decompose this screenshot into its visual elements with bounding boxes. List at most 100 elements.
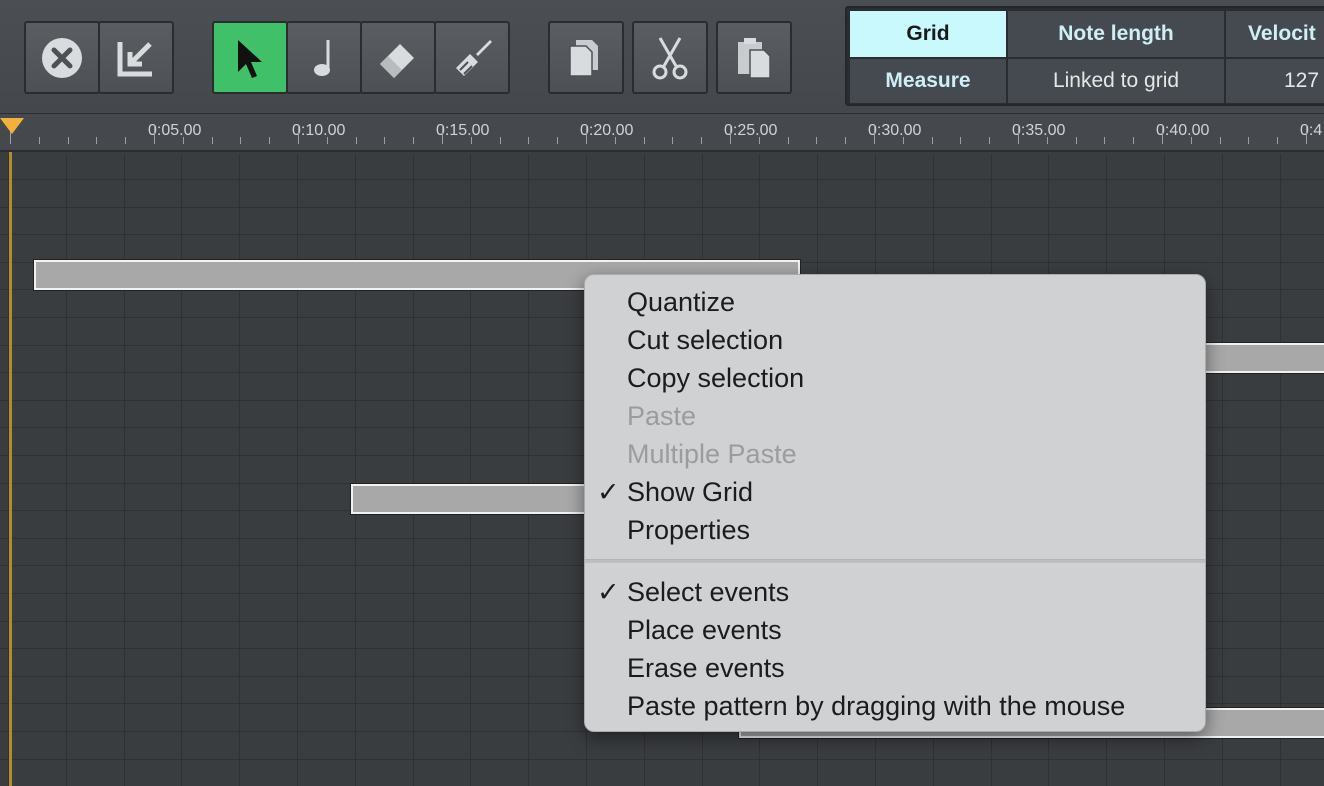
- velocity-header[interactable]: Velocit: [1225, 10, 1324, 58]
- grid-column-line: [1280, 154, 1281, 786]
- ruler-tick: [845, 137, 847, 144]
- ruler-tick: [1104, 137, 1106, 144]
- ruler-tick: [125, 137, 127, 144]
- close-button[interactable]: [24, 21, 100, 94]
- ruler-tick: [67, 137, 69, 144]
- paste-button[interactable]: [716, 21, 792, 94]
- ruler-tick: [154, 126, 155, 144]
- ruler-tick: [816, 137, 818, 144]
- ruler-tick: [528, 137, 530, 144]
- check-icon: ✓: [597, 577, 620, 607]
- ruler-tick: [182, 137, 184, 144]
- velocity-value[interactable]: 127: [1225, 58, 1324, 104]
- ruler-tick: [240, 137, 242, 144]
- select-pointer-icon: [238, 39, 262, 78]
- place-tool-button[interactable]: [286, 21, 362, 94]
- ruler-tick: [672, 137, 674, 144]
- ruler-tick: [874, 126, 875, 144]
- note-event[interactable]: [350, 483, 612, 515]
- ruler-tick: [989, 137, 991, 144]
- ruler-tick: [557, 137, 559, 144]
- playhead-marker-icon[interactable]: [0, 118, 24, 134]
- menu-item-paste-pattern[interactable]: Paste pattern by dragging with the mouse: [627, 691, 1125, 722]
- paint-brush-icon: [456, 39, 492, 76]
- eraser-icon: [380, 43, 414, 78]
- ruler-tick: [269, 137, 271, 144]
- scissors-icon: [652, 36, 688, 79]
- ruler-tick: [96, 137, 98, 144]
- ruler-label: 0:4: [1300, 122, 1323, 139]
- menu-item-paste: Paste: [627, 401, 697, 431]
- menu-item-show-grid[interactable]: Show Grid: [627, 477, 753, 508]
- ruler-tick: [38, 137, 40, 144]
- note-length-header[interactable]: Note length: [1007, 10, 1225, 58]
- ruler-label: 0:40.00: [1156, 122, 1210, 139]
- check-icon: ✓: [597, 477, 620, 507]
- grid-row-line: [0, 759, 1324, 760]
- cut-button[interactable]: [632, 21, 708, 94]
- menu-item-copy-selection[interactable]: Copy selection: [627, 363, 804, 394]
- ruler-tick: [1277, 137, 1279, 144]
- ruler-tick: [902, 137, 904, 144]
- grid-column-line: [66, 154, 67, 786]
- note-event[interactable]: [1189, 342, 1324, 374]
- grid-column-line: [413, 154, 414, 786]
- ruler-tick: [787, 137, 789, 144]
- ruler-tick: [643, 137, 645, 144]
- close-circle-icon: [42, 37, 82, 78]
- ruler-tick: [586, 126, 587, 144]
- ruler-tick: [442, 126, 443, 144]
- menu-item-multiple-paste: Multiple Paste: [627, 439, 797, 469]
- brush-tool-button[interactable]: [434, 21, 510, 94]
- grid-value[interactable]: Measure: [849, 58, 1007, 104]
- menu-item-place-events[interactable]: Place events: [627, 615, 782, 646]
- menu-separator: [585, 559, 1205, 563]
- grid-column-line: [181, 154, 182, 786]
- grid-row-line: [0, 207, 1324, 208]
- grid-column-line: [124, 154, 125, 786]
- ruler-tick: [298, 126, 299, 144]
- select-tool-button[interactable]: [212, 21, 288, 94]
- ruler-tick: [730, 126, 731, 144]
- grid-parameters-table: Grid Note length Velocit Measure Linked …: [845, 6, 1324, 106]
- context-menu: Quantize Cut selection Copy selection Pa…: [584, 274, 1206, 732]
- ruler-tick: [1190, 137, 1192, 144]
- menu-item-erase-events[interactable]: Erase events: [627, 653, 785, 684]
- ruler-label: 0:35.00: [1012, 122, 1066, 139]
- playhead-line: [9, 152, 12, 786]
- ruler-tick: [758, 137, 760, 144]
- erase-tool-button[interactable]: [360, 21, 436, 94]
- copy-icon: [569, 39, 598, 77]
- ruler-tick: [1046, 137, 1048, 144]
- menu-item-quantize[interactable]: Quantize: [627, 287, 735, 318]
- ruler-label: 0:20.00: [580, 122, 634, 139]
- ruler-tick: [614, 137, 616, 144]
- grid-column-line: [355, 154, 356, 786]
- menu-item-cut-selection[interactable]: Cut selection: [627, 325, 783, 356]
- grid-row-line: [0, 179, 1324, 180]
- ruler-tick: [1133, 137, 1135, 144]
- ruler-tick: [931, 137, 933, 144]
- menu-item-properties[interactable]: Properties: [627, 515, 750, 546]
- grid-column-line: [1222, 154, 1223, 786]
- copy-button[interactable]: [548, 21, 624, 94]
- grid-header[interactable]: Grid: [849, 10, 1007, 58]
- ruler-tick: [326, 137, 328, 144]
- ruler-tick: [1306, 126, 1307, 144]
- ruler-tick: [355, 137, 357, 144]
- grid-column-line: [297, 154, 298, 786]
- menu-item-select-events[interactable]: Select events: [627, 577, 789, 608]
- export-arrow-icon: [117, 41, 152, 76]
- ruler-tick: [413, 137, 415, 144]
- ruler-tick: [1075, 137, 1077, 144]
- grid-column-line: [528, 154, 529, 786]
- note-length-value[interactable]: Linked to grid: [1007, 58, 1225, 104]
- export-button[interactable]: [98, 21, 174, 94]
- time-ruler[interactable]: 0:05.00 0:10.00 0:15.00 0:20.00 0:25.00 …: [0, 114, 1324, 152]
- grid-column-line: [239, 154, 240, 786]
- ruler-label: 0:30.00: [868, 122, 922, 139]
- note-icon: [314, 39, 330, 76]
- ruler-label: 0:10.00: [292, 122, 346, 139]
- ruler-tick: [1018, 126, 1019, 144]
- ruler-tick: [701, 137, 703, 144]
